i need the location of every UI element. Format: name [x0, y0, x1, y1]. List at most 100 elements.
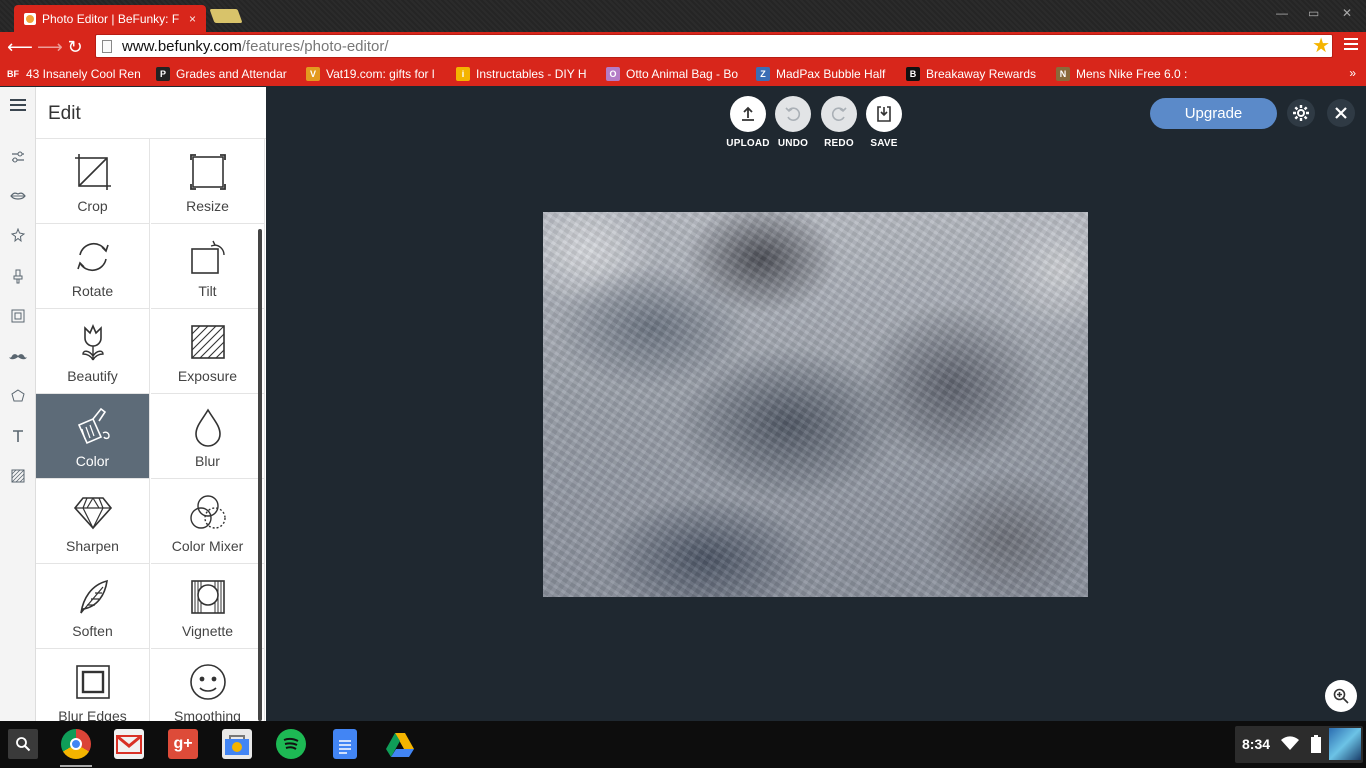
exposure-icon — [188, 322, 228, 362]
tool-label: Crop — [77, 198, 108, 214]
chromeos-shelf: g+ — [0, 721, 1366, 768]
reload-icon[interactable]: ↻ — [65, 37, 85, 57]
rotate-icon — [73, 237, 113, 277]
new-tab-button[interactable] — [209, 9, 243, 23]
tool-blur-button[interactable]: Blur — [151, 394, 265, 479]
bookmark-favicon-icon: Z — [756, 67, 770, 81]
spotify-icon[interactable] — [276, 729, 306, 759]
text-icon[interactable] — [8, 428, 28, 448]
paint-brush-icon[interactable] — [8, 268, 28, 288]
tool-tilt-button[interactable]: Tilt — [151, 224, 265, 309]
back-icon[interactable]: ⟵ — [7, 37, 33, 57]
bookmark-star-icon[interactable]: ★ — [1312, 36, 1330, 56]
launcher-search-icon[interactable] — [8, 729, 38, 759]
bookmark-label: Vat19.com: gifts for l — [326, 67, 435, 81]
bookmark-favicon-icon: V — [306, 67, 320, 81]
tool-label: Smoothing — [174, 708, 241, 721]
tool-soften-button[interactable]: Soften — [36, 564, 150, 649]
browser-tab[interactable]: Photo Editor | BeFunky: F × — [14, 5, 206, 32]
vignette-icon — [188, 577, 228, 617]
chrome-menu-icon[interactable] — [1344, 38, 1358, 52]
photo-canvas[interactable] — [543, 212, 1088, 597]
bookmarks-bar: BF 43 Insanely Cool Ren P Grades and Attend… — [0, 62, 1366, 86]
magic-wand-icon[interactable] — [8, 227, 28, 248]
google-docs-icon[interactable] — [333, 729, 357, 759]
bookmark-item[interactable]: B Breakaway Rewards — [906, 67, 1056, 81]
google-drive-icon[interactable] — [385, 729, 415, 759]
bookmark-favicon-icon: i — [456, 67, 470, 81]
settings-gear-icon[interactable] — [1287, 99, 1315, 127]
tool-label: Soften — [72, 623, 113, 639]
zoom-in-icon[interactable] — [1325, 680, 1357, 712]
web-store-icon[interactable] — [222, 729, 252, 759]
tool-vignette-button[interactable]: Vignette — [151, 564, 265, 649]
edit-sliders-icon[interactable] — [8, 149, 28, 169]
chrome-app-icon[interactable] — [61, 729, 91, 759]
undo-icon — [775, 96, 811, 132]
tab-close-icon[interactable]: × — [189, 12, 196, 26]
address-bar[interactable]: www.befunky.com/features/photo-editor/ — [95, 34, 1333, 58]
tool-label: Blur — [195, 453, 220, 469]
google-plus-icon[interactable]: g+ — [168, 729, 198, 759]
clock-time: 8:34 — [1242, 736, 1271, 752]
bookmark-label: Otto Animal Bag - Bo — [626, 67, 739, 81]
tool-label: Color — [75, 453, 110, 469]
bookmark-item[interactable]: Z MadPax Bubble Half — [756, 67, 906, 81]
bookmark-item[interactable]: V Vat19.com: gifts for l — [306, 67, 456, 81]
bookmarks-more-icon[interactable]: » — [1349, 66, 1356, 80]
crop-icon — [73, 152, 113, 192]
status-tray[interactable]: 8:34 — [1235, 726, 1363, 763]
forward-icon[interactable]: ⟶ — [37, 37, 63, 57]
redo-icon — [821, 96, 857, 132]
upgrade-button[interactable]: Upgrade — [1150, 98, 1277, 129]
close-editor-icon[interactable] — [1327, 99, 1355, 127]
upload-button[interactable]: UPLOAD — [723, 96, 773, 149]
bookmark-item[interactable]: N Mens Nike Free 6.0 : — [1056, 67, 1206, 81]
upload-icon — [730, 96, 766, 132]
gmail-icon[interactable] — [114, 729, 144, 759]
url-path: /features/photo-editor/ — [241, 37, 389, 55]
user-avatar[interactable] — [1329, 728, 1361, 760]
save-button[interactable]: SAVE — [859, 96, 909, 149]
tab-title: Photo Editor | BeFunky: F — [42, 11, 180, 26]
undo-button[interactable]: UNDO — [768, 96, 818, 149]
page-icon — [102, 39, 112, 53]
tool-beautify-button[interactable]: Beautify — [36, 309, 150, 394]
maximize-icon[interactable]: ▭ — [1308, 6, 1319, 20]
befunky-favicon-icon — [24, 12, 36, 25]
tool-resize-button[interactable]: Resize — [151, 139, 265, 224]
shapes-icon[interactable] — [8, 388, 28, 408]
redo-label: REDO — [824, 138, 854, 149]
tool-color-button[interactable]: Color — [36, 394, 150, 479]
save-icon — [866, 96, 902, 132]
tool-smoothing-button[interactable]: Smoothing — [151, 649, 265, 721]
bookmark-label: MadPax Bubble Half — [776, 67, 886, 81]
bookmark-favicon-icon: O — [606, 67, 620, 81]
mustache-icon[interactable] — [8, 348, 28, 368]
photo-editor-app: Edit Crop Resize Rotate Tilt Beautify Exposur… — [0, 87, 1366, 721]
panel-scrollbar[interactable] — [258, 229, 263, 721]
bookmark-item[interactable]: P Grades and Attendar — [156, 67, 306, 81]
frame-icon[interactable] — [8, 308, 28, 328]
tool-color-mixer-button[interactable]: Color Mixer — [151, 479, 265, 564]
panel-scrollbar-thumb[interactable] — [258, 229, 262, 721]
redo-button[interactable]: REDO — [814, 96, 864, 149]
hamburger-menu-icon[interactable] — [8, 96, 28, 116]
bookmark-label: Instructables - DIY H — [476, 67, 587, 81]
bookmark-item[interactable]: i Instructables - DIY H — [456, 67, 606, 81]
bookmark-item[interactable]: O Otto Animal Bag - Bo — [606, 67, 756, 81]
tool-crop-button[interactable]: Crop — [36, 139, 150, 224]
window-close-icon[interactable]: ✕ — [1342, 6, 1352, 20]
lips-touch-up-icon[interactable] — [8, 188, 28, 208]
tool-rotate-button[interactable]: Rotate — [36, 224, 150, 309]
tilt-icon — [188, 237, 228, 277]
tool-blur-edges-button[interactable]: Blur Edges — [36, 649, 150, 721]
minimize-icon[interactable]: — — [1276, 6, 1288, 20]
color-icon — [73, 407, 113, 447]
tool-exposure-button[interactable]: Exposure — [151, 309, 265, 394]
bookmark-item[interactable]: BF 43 Insanely Cool Ren — [6, 67, 156, 81]
tool-category-rail — [0, 87, 36, 721]
bookmark-favicon-icon: P — [156, 67, 170, 81]
texture-icon[interactable] — [8, 468, 28, 488]
tool-sharpen-button[interactable]: Sharpen — [36, 479, 150, 564]
